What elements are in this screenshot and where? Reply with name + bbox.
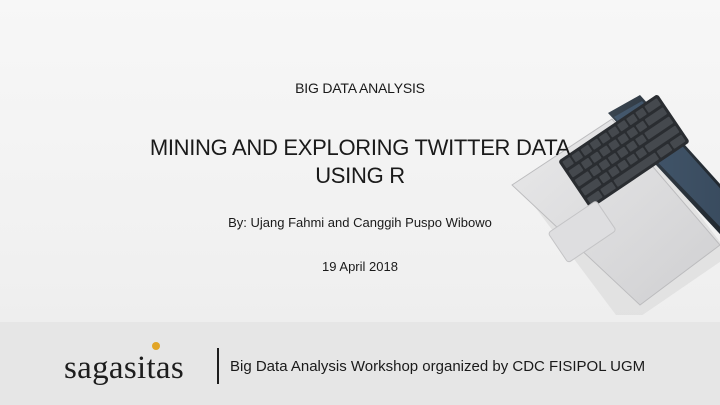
logo-text: sagasitas — [64, 350, 185, 386]
title-line-1: MINING AND EXPLORING TWITTER DATA — [149, 135, 571, 160]
logo-dot-icon — [152, 342, 160, 350]
authors: By: Ujang Fahmi and Canggih Puspo Wibowo — [228, 215, 492, 230]
footer-caption: Big Data Analysis Workshop organized by … — [230, 358, 646, 375]
footer-divider — [217, 348, 219, 384]
laptop-image — [511, 95, 720, 315]
presentation-title: MINING AND EXPLORING TWITTER DATA USING … — [60, 134, 660, 190]
footer-bar: sagasitas Big Data Analysis Workshop org… — [0, 322, 720, 405]
title-line-2: USING R — [315, 163, 405, 188]
slide: BIG DATA ANALYSIS MINING AND EXPLORING T… — [0, 0, 720, 405]
presentation-subtitle: BIG DATA ANALYSIS — [295, 80, 425, 96]
presentation-date: 19 April 2018 — [322, 259, 398, 274]
